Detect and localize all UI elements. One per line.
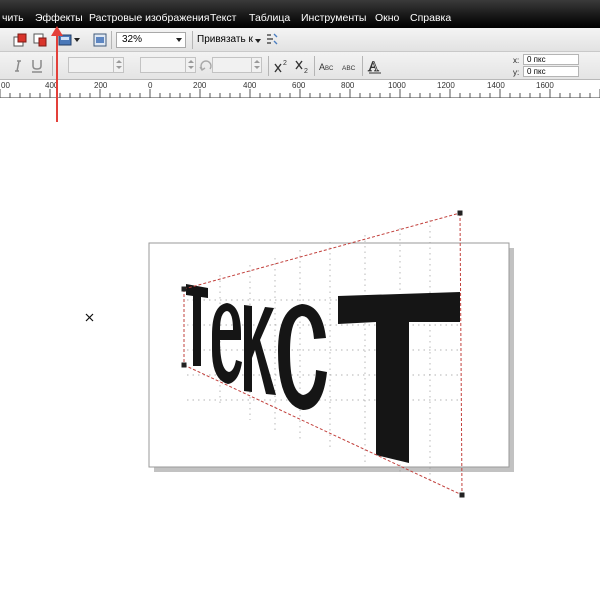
drawing-canvas[interactable]: [0, 0, 600, 599]
envelope-node[interactable]: [457, 210, 463, 216]
page-border: [148, 242, 510, 468]
envelope-node[interactable]: [459, 492, 465, 498]
center-marker-icon: [85, 313, 94, 322]
envelope-node[interactable]: [181, 362, 187, 368]
envelope-node[interactable]: [181, 286, 187, 292]
